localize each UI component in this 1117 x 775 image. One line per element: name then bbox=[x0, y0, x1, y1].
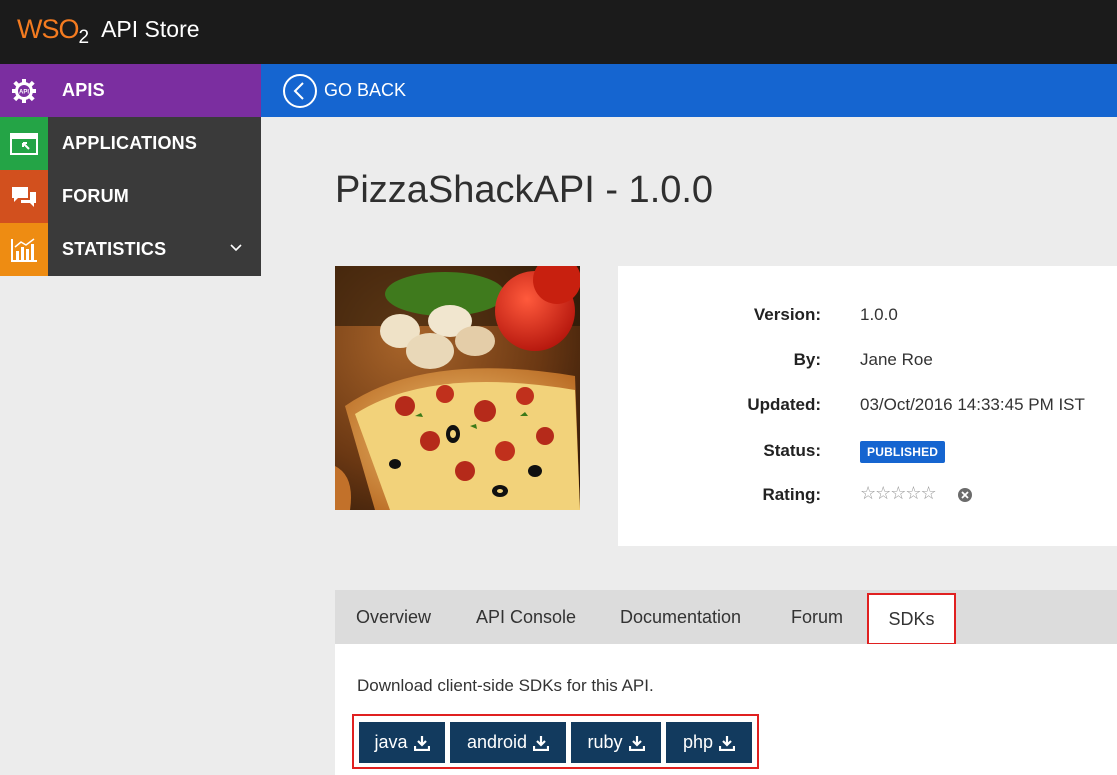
svg-text:API: API bbox=[19, 89, 29, 95]
logo-text: WSO bbox=[17, 13, 79, 44]
sidebar-item-applications[interactable]: APPLICATIONS bbox=[0, 117, 261, 170]
sdk-java-button[interactable]: java bbox=[359, 722, 445, 763]
status-badge: PUBLISHED bbox=[860, 441, 946, 463]
app-name: API Store bbox=[101, 15, 200, 42]
tab-bar: Overview API Console Documentation Forum… bbox=[335, 590, 1117, 645]
download-icon bbox=[628, 735, 645, 751]
sdk-button-label: java bbox=[374, 732, 408, 752]
sidebar: API APIS APPLICATIONS FORUM STATISTICS bbox=[0, 64, 261, 276]
chat-bubbles-icon bbox=[0, 170, 48, 223]
api-info-panel: Version: 1.0.0 By: Jane Roe Updated: 03/… bbox=[618, 266, 1117, 546]
page-title: PizzaShackAPI - 1.0.0 bbox=[335, 169, 714, 211]
tab-overview[interactable]: Overview bbox=[356, 590, 431, 644]
author-label: By: bbox=[793, 350, 821, 369]
sidebar-item-forum[interactable]: FORUM bbox=[0, 170, 261, 223]
sdk-android-button[interactable]: android bbox=[450, 722, 566, 763]
download-icon bbox=[719, 735, 736, 751]
sdk-button-label: php bbox=[682, 732, 714, 752]
version-row: Version: 1.0.0 bbox=[618, 305, 1117, 329]
gear-api-icon: API bbox=[0, 64, 48, 117]
updated-value: 03/Oct/2016 14:33:45 PM IST bbox=[860, 395, 1085, 414]
application-window-icon bbox=[0, 117, 48, 170]
tab-documentation[interactable]: Documentation bbox=[620, 590, 741, 644]
sidebar-item-label: STATISTICS bbox=[62, 239, 167, 259]
logo-subscript: 2 bbox=[78, 27, 90, 48]
sidebar-item-statistics[interactable]: STATISTICS bbox=[0, 223, 261, 276]
sidebar-item-apis[interactable]: API APIS bbox=[0, 64, 261, 117]
sdk-description: Download client-side SDKs for this API. bbox=[357, 676, 654, 695]
rating-stars[interactable]: ☆☆☆☆☆ bbox=[860, 483, 937, 504]
sdk-panel: Download client-side SDKs for this API. … bbox=[335, 644, 1117, 775]
api-thumbnail bbox=[335, 266, 580, 510]
download-icon bbox=[533, 735, 550, 751]
sdk-button-group: java android ruby php bbox=[352, 714, 759, 769]
sdk-ruby-button[interactable]: ruby bbox=[571, 722, 661, 763]
download-icon bbox=[413, 735, 430, 751]
chevron-down-icon[interactable] bbox=[229, 241, 243, 255]
sdk-button-label: android bbox=[466, 732, 528, 752]
clear-rating-icon[interactable] bbox=[958, 488, 972, 502]
rating-label: Rating: bbox=[762, 485, 821, 504]
version-label: Version: bbox=[753, 305, 821, 324]
go-back-bar[interactable]: GO BACK bbox=[261, 64, 1117, 117]
updated-row: Updated: 03/Oct/2016 14:33:45 PM IST bbox=[618, 395, 1117, 419]
tab-forum[interactable]: Forum bbox=[791, 590, 843, 644]
author-row: By: Jane Roe bbox=[618, 350, 1117, 374]
wso2-logo[interactable]: WSO 2 API Store bbox=[17, 12, 200, 49]
chevron-left-circle-icon[interactable] bbox=[282, 73, 318, 109]
bar-chart-icon bbox=[0, 223, 48, 276]
sidebar-item-label: APIS bbox=[62, 80, 105, 100]
go-back-label[interactable]: GO BACK bbox=[324, 80, 406, 101]
top-bar: WSO 2 API Store bbox=[0, 0, 1117, 64]
version-value: 1.0.0 bbox=[860, 305, 898, 324]
sdk-php-button[interactable]: php bbox=[666, 722, 752, 763]
sdk-button-label: ruby bbox=[587, 732, 623, 752]
sidebar-item-label: FORUM bbox=[62, 186, 129, 206]
author-value: Jane Roe bbox=[860, 350, 933, 369]
tab-api-console[interactable]: API Console bbox=[476, 590, 576, 644]
tab-sdks[interactable]: SDKs bbox=[867, 593, 956, 645]
status-label: Status: bbox=[763, 441, 821, 460]
sidebar-item-label: APPLICATIONS bbox=[62, 133, 198, 153]
updated-label: Updated: bbox=[747, 395, 821, 414]
